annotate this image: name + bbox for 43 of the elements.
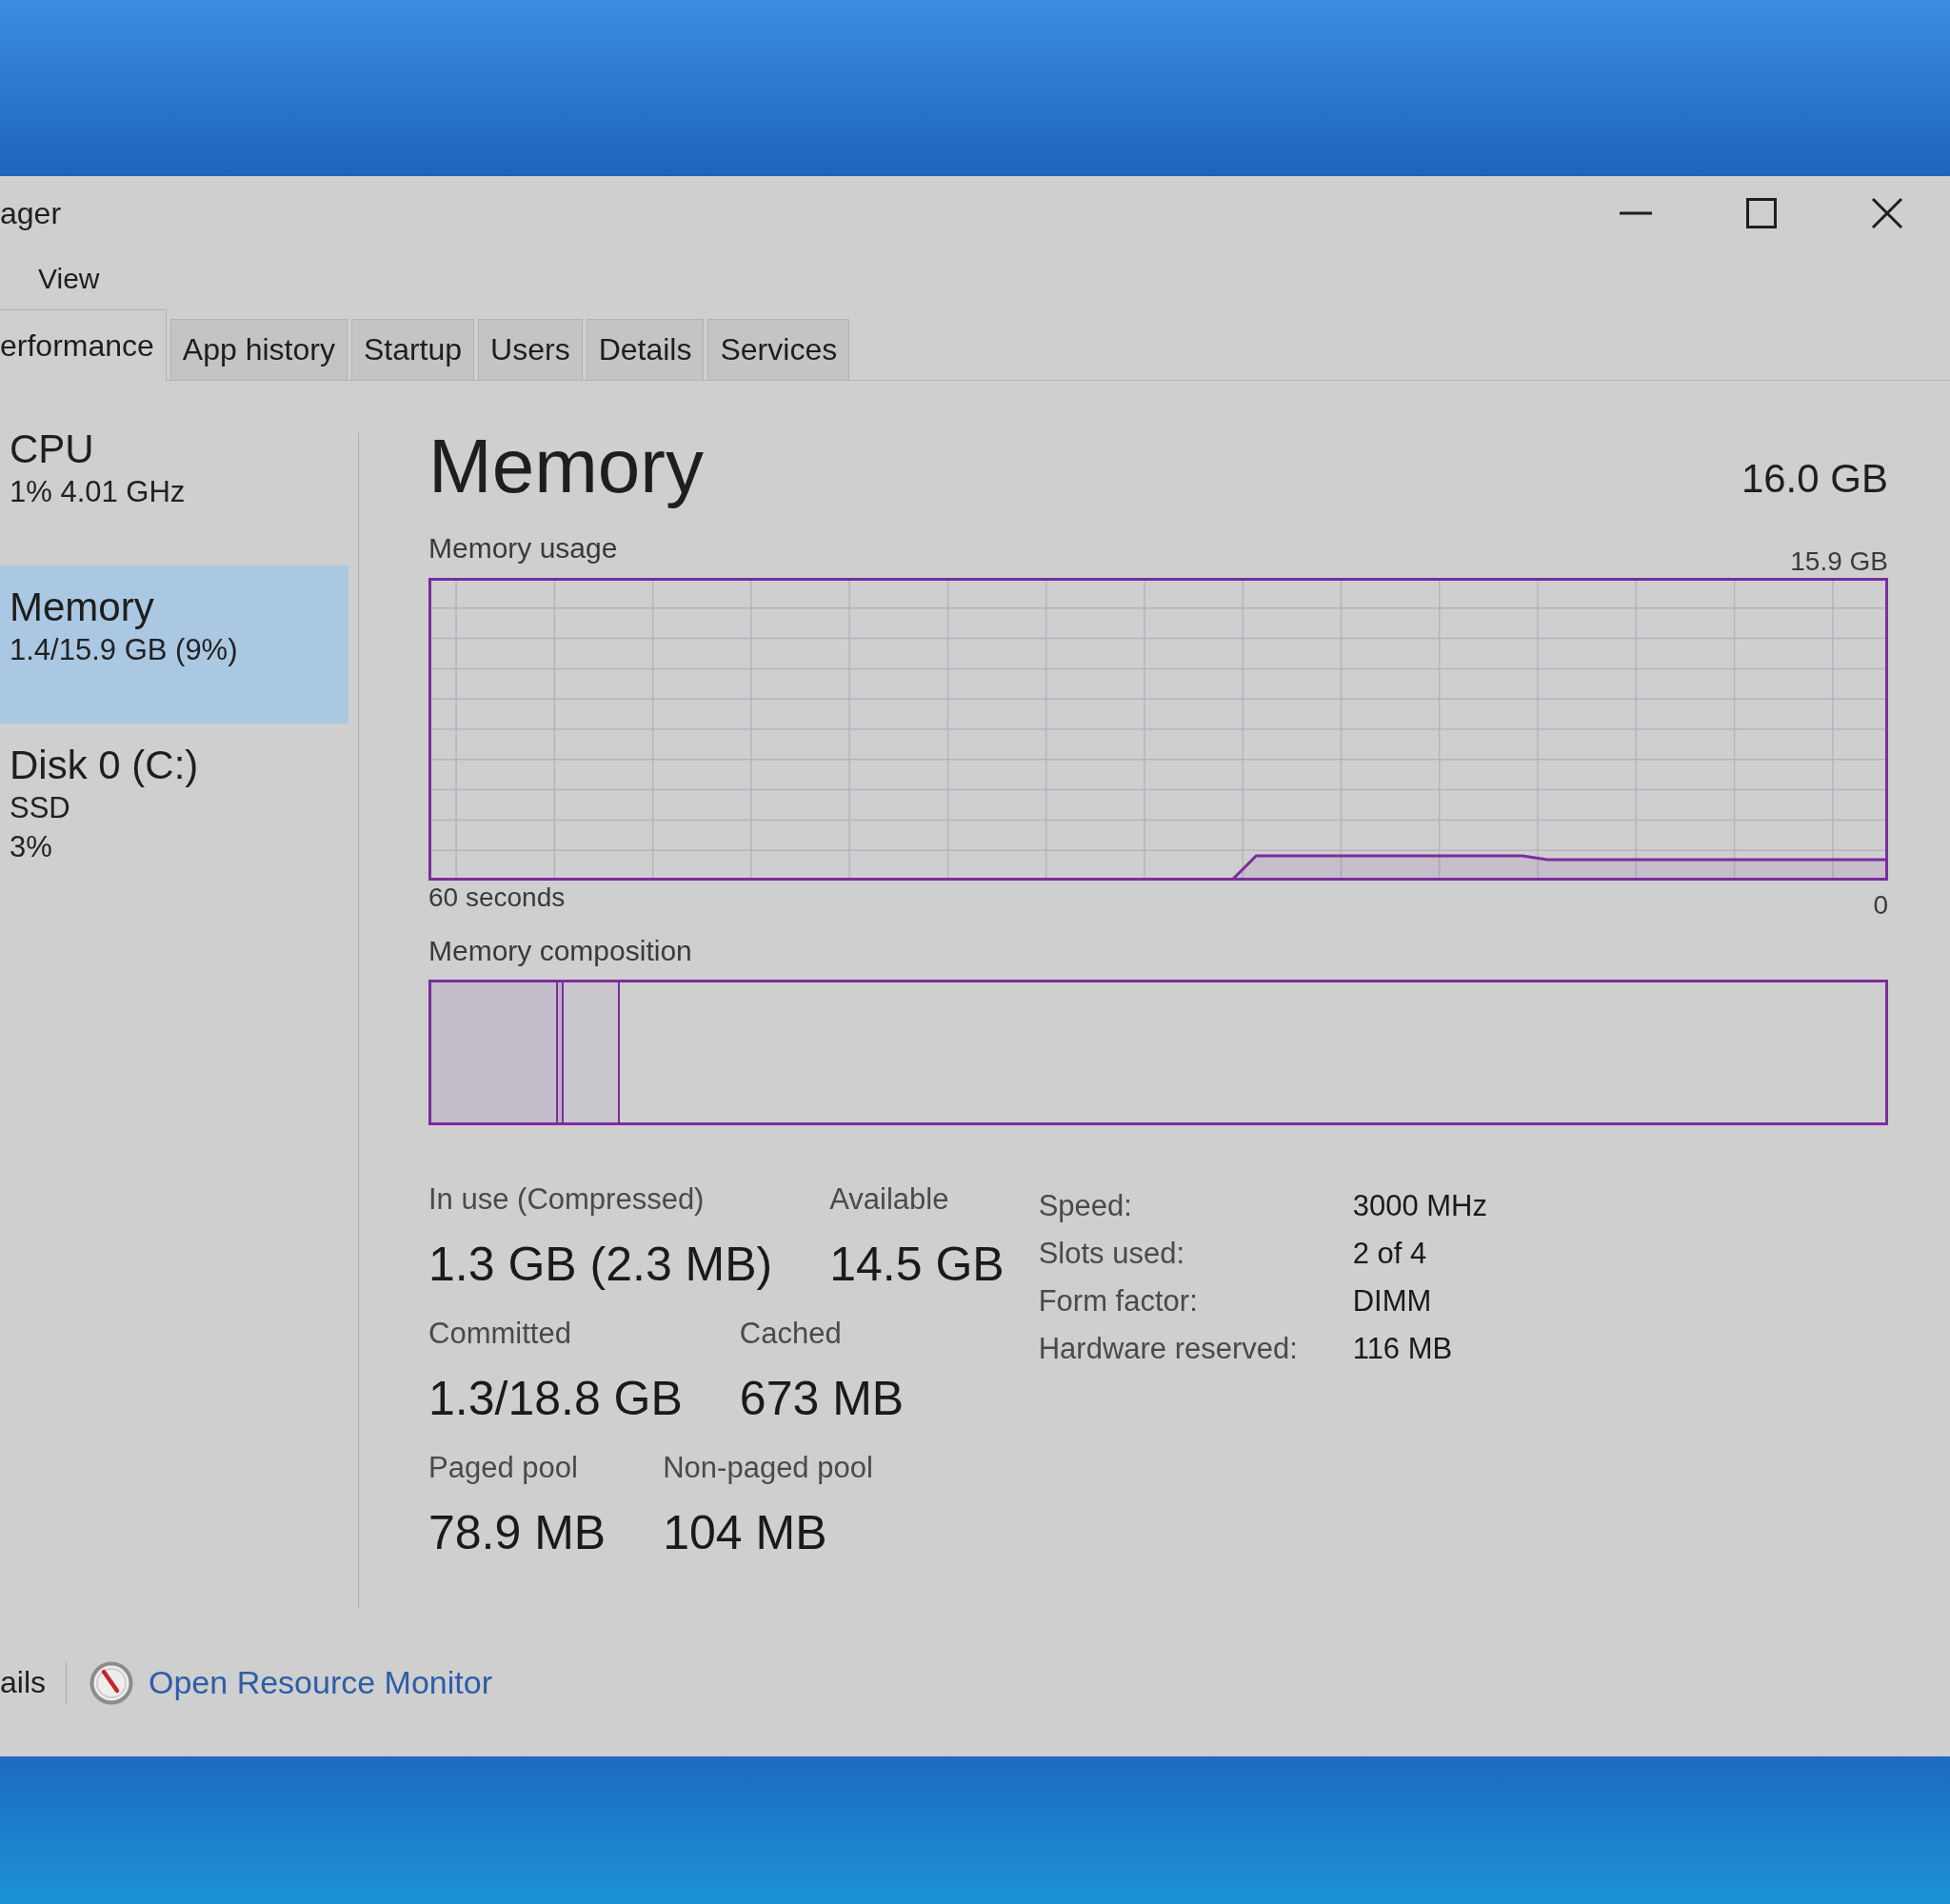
stat-label: Cached xyxy=(739,1317,843,1351)
spec-label: Slots used: xyxy=(1038,1237,1186,1271)
graph-title: Memory usage xyxy=(428,531,618,565)
composition-label: Memory composition xyxy=(428,934,693,968)
minimize-icon xyxy=(1619,211,1653,215)
stat-value: 104 MB xyxy=(663,1505,828,1561)
stat-value: 673 MB xyxy=(739,1371,905,1427)
maximize-icon xyxy=(1746,198,1777,228)
spec-value: DIMM xyxy=(1352,1284,1433,1319)
spec-label: Hardware reserved: xyxy=(1038,1332,1299,1366)
window-title: ager xyxy=(0,195,62,231)
tab[interactable]: Services xyxy=(707,319,850,380)
stat-label: In use (Compressed) xyxy=(428,1182,706,1217)
total-memory-label: 16.0 GB xyxy=(1741,456,1888,502)
menu-item[interactable]: View xyxy=(38,263,100,295)
sidebar-item[interactable]: Memory 1.4/15.9 GB (9%) xyxy=(0,565,348,724)
details-toggle-link[interactable]: ails xyxy=(0,1665,46,1700)
stat-label: Available xyxy=(829,1182,950,1217)
stat-value: 78.9 MB xyxy=(428,1505,607,1561)
spec-value: 2 of 4 xyxy=(1352,1237,1428,1271)
stat-label: Paged pool xyxy=(428,1451,579,1485)
tab[interactable]: Users xyxy=(478,319,583,380)
spec-label: Form factor: xyxy=(1038,1284,1199,1319)
sidebar-item[interactable]: CPU 1% 4.01 GHz xyxy=(0,407,348,565)
close-icon xyxy=(1871,197,1903,229)
scale-min-label: 0 xyxy=(1873,892,1888,919)
sidebar-item[interactable]: Disk 0 (C:) SSD 3% xyxy=(0,724,348,882)
tab[interactable]: App history xyxy=(169,319,348,380)
tab[interactable]: erformance xyxy=(0,309,167,381)
tab[interactable]: Startup xyxy=(350,319,475,380)
spec-label: Speed: xyxy=(1038,1189,1133,1223)
spec-value: 116 MB xyxy=(1352,1332,1454,1366)
gauge-icon xyxy=(90,1660,133,1705)
stat-value: 1.3/18.8 GB xyxy=(428,1371,683,1427)
open-resource-monitor-link[interactable]: Open Resource Monitor xyxy=(149,1664,492,1701)
stat-value: 14.5 GB xyxy=(829,1237,1005,1293)
time-span-label: 60 seconds xyxy=(428,884,566,911)
spec-value: 3000 MHz xyxy=(1352,1189,1487,1223)
scale-max-label: 15.9 GB xyxy=(1790,548,1888,575)
tab[interactable]: Details xyxy=(586,319,705,380)
stat-label: Non-paged pool xyxy=(663,1451,873,1485)
stat-label: Committed xyxy=(428,1317,572,1351)
stat-value: 1.3 GB (2.3 MB) xyxy=(428,1237,773,1293)
